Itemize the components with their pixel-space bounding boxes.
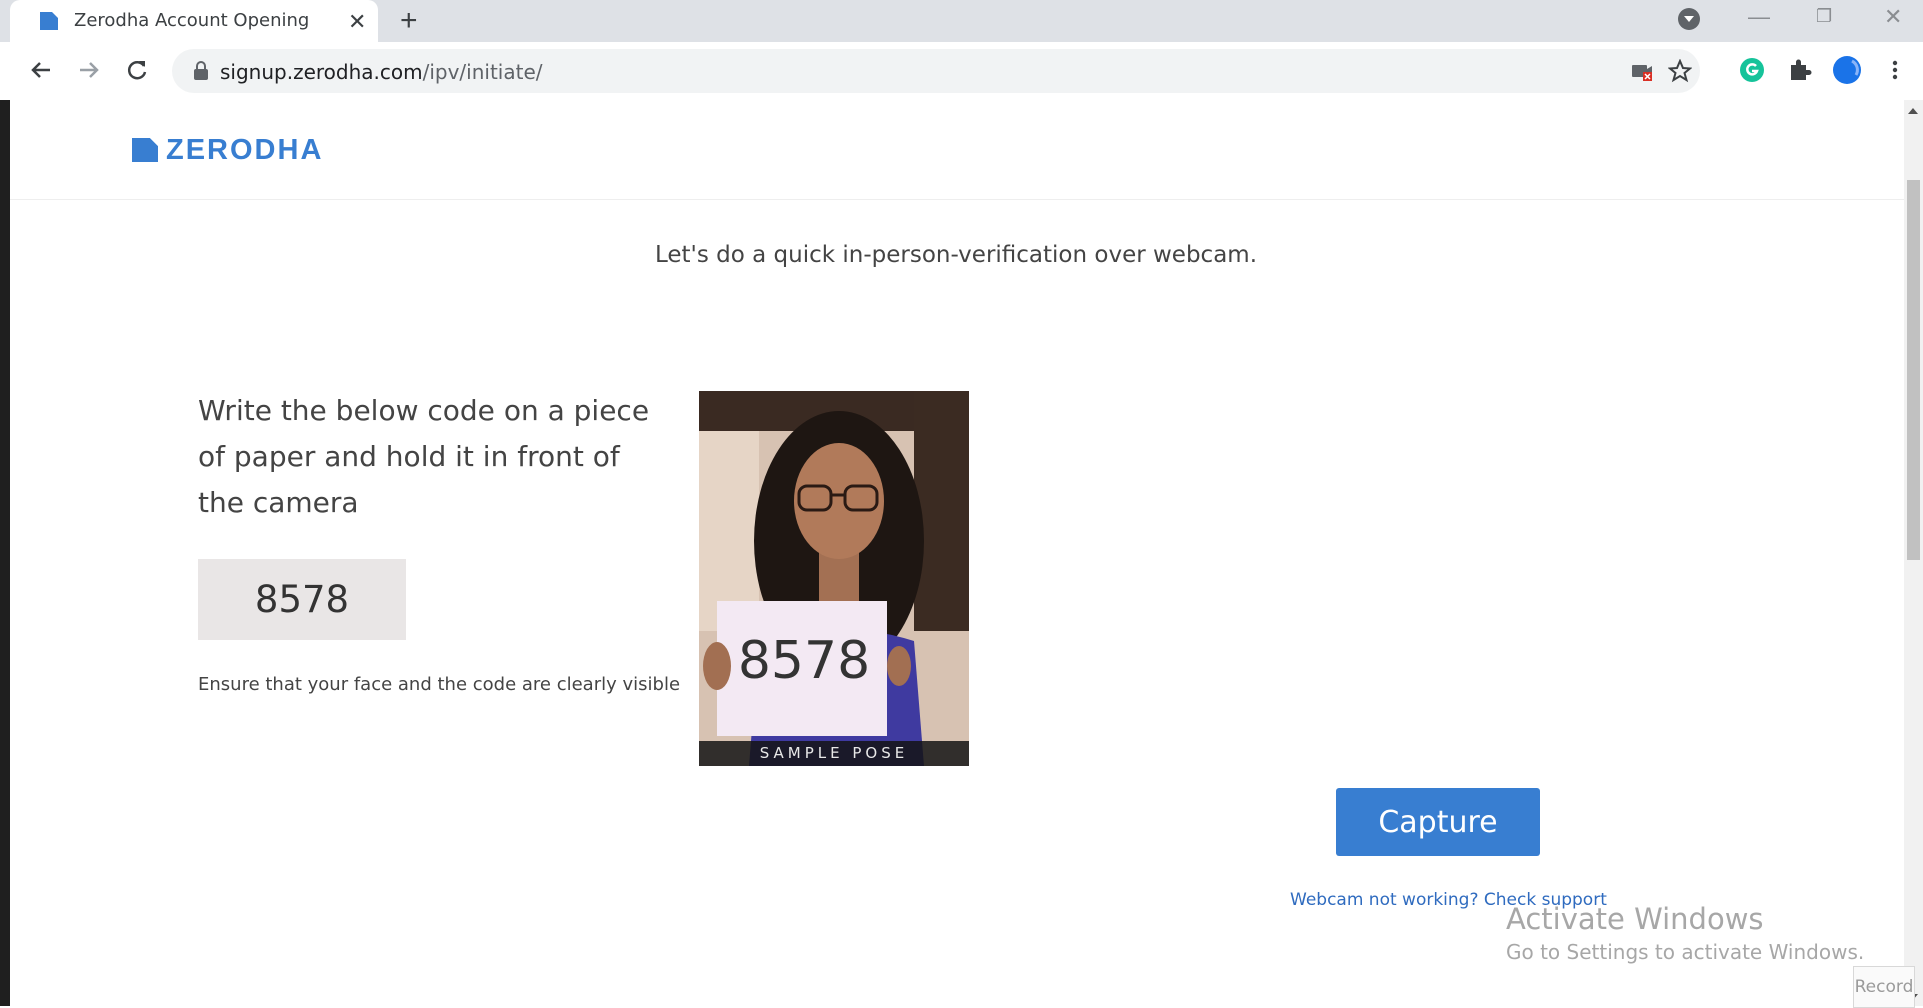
plus-icon[interactable]: + [400,4,418,38]
url-host: signup.zerodha.com [220,60,423,84]
activate-windows-title: Activate Windows [1506,902,1764,936]
instruction-text: Write the below code on a piece of paper… [198,394,650,519]
sample-code-text: 8578 [737,631,871,691]
profile-avatar-icon[interactable] [1832,55,1862,85]
camera-blocked-icon[interactable] [1630,59,1654,83]
tab-search-icon[interactable] [1678,8,1700,30]
browser-toolbar: signup.zerodha.com/ipv/initiate/ [0,42,1923,101]
scroll-up-icon[interactable] [1908,108,1918,114]
logo-text[interactable]: ZERODHA [166,134,323,167]
lock-icon[interactable] [192,61,210,81]
more-vert-icon[interactable] [1880,55,1910,85]
scroll-thumb[interactable] [1907,180,1920,560]
reload-icon[interactable] [122,55,152,85]
sample-caption: SAMPLE POSE [699,741,969,766]
grammarly-icon[interactable] [1737,55,1767,85]
window-close-icon[interactable]: ✕ [1884,4,1902,30]
minimize-icon[interactable]: — [1748,4,1770,30]
extensions-puzzle-icon[interactable] [1785,55,1815,85]
record-button[interactable]: Record [1853,966,1915,1008]
zerodha-logo-icon[interactable] [132,138,158,162]
restore-icon[interactable]: ❐ [1816,6,1832,27]
page-intro: Let's do a quick in-person-verification … [654,242,1258,268]
sample-pose-image: 8578 SAMPLE POSE [699,391,969,766]
site-header: ZERODHA [10,100,1904,200]
zerodha-favicon-icon [40,12,58,30]
activate-windows-subtitle: Go to Settings to activate Windows. [1506,940,1865,964]
address-bar[interactable]: signup.zerodha.com/ipv/initiate/ [172,49,1700,93]
page-scrollbar[interactable] [1904,100,1923,1006]
capture-button[interactable]: Capture [1336,788,1540,856]
window-edge [0,100,10,1006]
url-text: signup.zerodha.com/ipv/initiate/ [220,60,543,84]
verification-code: 8578 [198,559,406,640]
tab-title: Zerodha Account Opening [74,10,310,31]
back-arrow-icon[interactable] [26,55,56,85]
browser-tabstrip: Zerodha Account Opening ✕ + — ❐ ✕ [0,0,1923,42]
url-path: /ipv/initiate/ [422,60,543,84]
forward-arrow-icon[interactable] [74,55,104,85]
hint-text: Ensure that your face and the code are c… [198,674,681,695]
browser-tab[interactable]: Zerodha Account Opening ✕ [10,0,378,42]
close-icon[interactable]: ✕ [348,9,366,35]
star-icon[interactable] [1668,59,1692,83]
sample-pose-illustration [699,391,969,766]
